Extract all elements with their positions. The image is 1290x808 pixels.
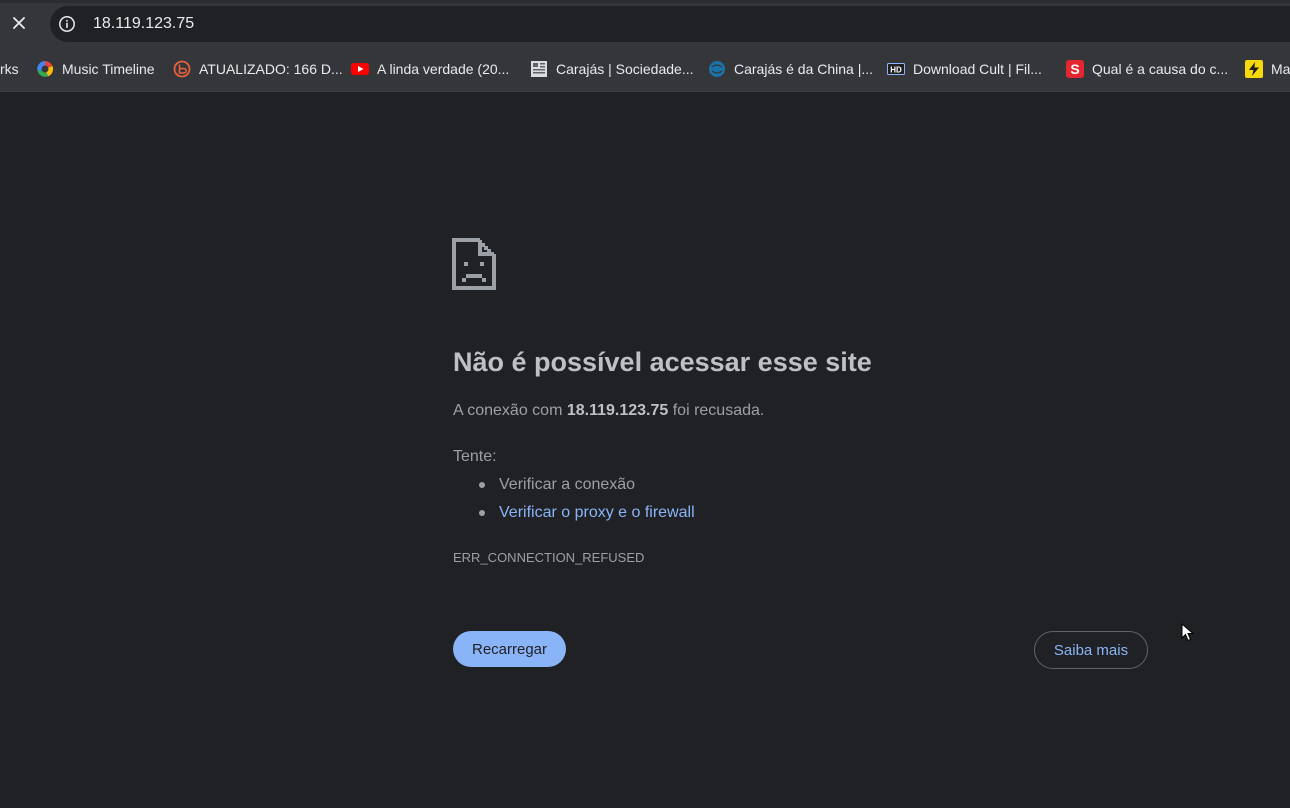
sad-document-icon: [452, 238, 496, 290]
reload-button[interactable]: Recarregar: [453, 631, 566, 667]
newspaper-icon: [530, 60, 548, 78]
bookmark-label: Download Cult | Fil...: [913, 61, 1042, 77]
youtube-icon: [351, 60, 369, 78]
learn-more-button[interactable]: Saiba mais: [1034, 631, 1148, 669]
bookmark-label: rks: [0, 61, 19, 77]
hd-icon: HD: [887, 60, 905, 78]
bookmark-qual-e-a-causa[interactable]: S Qual é a causa do c...: [1066, 58, 1228, 80]
url-text[interactable]: 18.119.123.75: [93, 15, 194, 33]
svg-text:S: S: [1070, 61, 1079, 77]
info-icon[interactable]: [57, 14, 77, 34]
bookmark-label: Ma: [1271, 61, 1290, 77]
bookmark-label: ATUALIZADO: 166 D...: [199, 61, 343, 77]
svg-text:HD: HD: [890, 66, 902, 75]
error-page: Não é possível acessar esse site A conex…: [0, 92, 1290, 808]
bookmark-carajas-china[interactable]: Carajás é da China |...: [708, 58, 873, 80]
bookmark-atualizado[interactable]: ATUALIZADO: 166 D...: [173, 58, 343, 80]
error-description: A conexão com 18.119.123.75 foi recusada…: [453, 400, 764, 422]
desc-suffix: foi recusada.: [668, 402, 765, 419]
google-color-icon: [36, 60, 54, 78]
check-proxy-link[interactable]: Verificar o proxy e o firewall: [499, 502, 695, 524]
bookmarks-bar: rks Music Timeline ATUALIZADO: 166 D...: [0, 47, 1290, 92]
desc-host: 18.119.123.75: [566, 402, 669, 419]
bookmark-label: Qual é a causa do c...: [1092, 61, 1229, 77]
bullet: [479, 482, 485, 488]
bookmark-all-bookmarks[interactable]: rks: [0, 58, 19, 80]
bolt-icon: [1245, 60, 1263, 78]
desc-prefix: A conexão com: [453, 402, 567, 419]
error-code: ERR_CONNECTION_REFUSED: [453, 550, 645, 565]
mouse-cursor-icon: [1181, 622, 1195, 643]
error-heading: Não é possível acessar esse site: [453, 347, 872, 377]
address-bar[interactable]: 18.119.123.75: [50, 6, 1290, 42]
bookmark-a-linda-verdade[interactable]: A linda verdade (20...: [351, 58, 509, 80]
bookmark-ma[interactable]: Ma: [1245, 58, 1290, 80]
bookmark-label: A linda verdade (20...: [377, 61, 510, 77]
globe-icon: [708, 60, 726, 78]
browser-toolbar: 18.119.123.75: [0, 0, 1290, 47]
bookmark-label: Music Timeline: [62, 61, 155, 77]
bookmark-label: Carajás é da China |...: [734, 61, 874, 77]
bookmark-label: Carajás | Sociedade...: [556, 61, 694, 77]
blogger-icon: [173, 60, 191, 78]
bookmark-music-timeline[interactable]: Music Timeline: [36, 58, 155, 80]
bookmark-download-cult[interactable]: HD Download Cult | Fil...: [887, 58, 1042, 80]
bullet: [479, 510, 485, 516]
try-label: Tente:: [453, 448, 497, 465]
close-icon[interactable]: [8, 12, 30, 34]
bookmark-carajas-sociedade[interactable]: Carajás | Sociedade...: [530, 58, 694, 80]
suggestion-text: Verificar a conexão: [499, 476, 636, 493]
s-icon: S: [1066, 60, 1084, 78]
